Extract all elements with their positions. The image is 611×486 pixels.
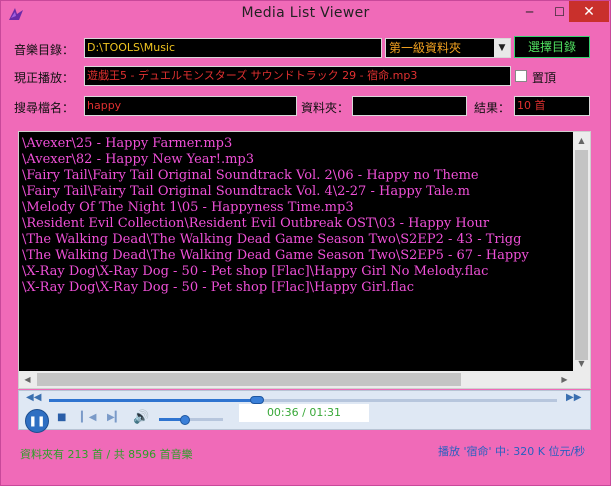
file-list-items: \Avexer\25 - Happy Farmer.mp3 \Avexer\82 … xyxy=(22,136,572,371)
folder-level-value: 第一級資料夾 xyxy=(389,41,462,55)
previous-track-icon[interactable]: ▎◀ xyxy=(81,412,96,423)
minimize-icon: ─ xyxy=(525,4,534,19)
music-dir-label: 音樂目錄： xyxy=(14,43,75,57)
volume-icon[interactable]: 🔊 xyxy=(133,410,149,425)
volume-thumb[interactable] xyxy=(179,415,190,425)
scroll-right-icon[interactable]: ▶ xyxy=(556,371,573,388)
horizontal-scroll-thumb[interactable] xyxy=(37,373,461,386)
scroll-down-icon[interactable]: ▼ xyxy=(573,355,590,372)
list-item[interactable]: \Melody Of The Night 1\05 - Happyness Ti… xyxy=(22,200,572,216)
rewind-icon[interactable]: ◀◀ xyxy=(26,392,41,403)
folder-level-select[interactable]: 第一級資料夾 ▼ xyxy=(385,38,511,58)
list-item[interactable]: \Avexer\82 - Happy New Year!.mp3 xyxy=(22,152,572,168)
seek-thumb[interactable] xyxy=(250,396,265,404)
search-label: 搜尋檔名： xyxy=(14,101,75,115)
now-playing-field[interactable]: 遊戯王5 - デュエルモンスターズ サウンドトラック 29 - 宿命.mp3 xyxy=(84,66,511,86)
vertical-scroll-thumb[interactable] xyxy=(575,150,588,360)
folder-filter-input[interactable] xyxy=(352,96,467,116)
result-count-field: 10 首 xyxy=(514,96,590,116)
scrollbar-corner xyxy=(573,371,590,388)
maximize-icon: ☐ xyxy=(554,4,565,19)
close-button[interactable]: ✕ xyxy=(569,1,609,22)
list-item[interactable]: \Fairy Tail\Fairy Tail Original Soundtra… xyxy=(22,168,572,184)
chevron-down-icon[interactable]: ▼ xyxy=(494,39,510,57)
minimize-button[interactable]: ─ xyxy=(515,1,544,22)
title-bar[interactable]: Media List Viewer ─ ☐ ✕ xyxy=(1,1,610,29)
list-item[interactable]: \Resident Evil Collection\Resident Evil … xyxy=(22,216,572,232)
next-track-icon[interactable]: ▶▎ xyxy=(107,412,122,423)
search-input[interactable]: happy xyxy=(84,96,297,116)
seek-fill xyxy=(49,399,258,402)
pause-icon[interactable]: ❚❚ xyxy=(25,409,49,433)
now-playing-label: 現正播放： xyxy=(14,71,75,85)
horizontal-scrollbar[interactable]: ◀ ▶ xyxy=(19,371,590,388)
vertical-scrollbar[interactable]: ▲ ▼ xyxy=(573,132,590,372)
list-item[interactable]: \Avexer\25 - Happy Farmer.mp3 xyxy=(22,136,572,152)
select-directory-button[interactable]: 選擇目錄 xyxy=(514,36,590,58)
time-display: 00:36 / 01:31 xyxy=(239,404,369,422)
file-list[interactable]: \Avexer\25 - Happy Farmer.mp3 \Avexer\82 … xyxy=(18,131,591,389)
media-player: ◀◀ ▶▶ ❚❚ ■ ▎◀ ▶▎ 🔊 00:36 / 01:31 xyxy=(18,390,591,433)
close-icon: ✕ xyxy=(583,3,595,20)
list-item[interactable]: \The Walking Dead\The Walking Dead Game … xyxy=(22,232,572,248)
list-item[interactable]: \X-Ray Dog\X-Ray Dog - 50 - Pet shop [Fl… xyxy=(22,264,572,280)
status-playback-info: 播放 '宿命' 中: 320 K 位元/秒 xyxy=(438,445,586,458)
list-item[interactable]: \Fairy Tail\Fairy Tail Original Soundtra… xyxy=(22,184,572,200)
fast-forward-icon[interactable]: ▶▶ xyxy=(566,392,581,403)
music-dir-field[interactable]: D:\TOOLS\Music xyxy=(84,38,382,58)
stop-icon[interactable]: ■ xyxy=(57,412,66,423)
list-item[interactable]: \The Walking Dead\The Walking Dead Game … xyxy=(22,248,572,264)
scroll-left-icon[interactable]: ◀ xyxy=(19,371,36,388)
list-item[interactable]: \X-Ray Dog\X-Ray Dog - 50 - Pet shop [Fl… xyxy=(22,280,572,296)
main-window: Media List Viewer ─ ☐ ✕ 音樂目錄： D:\TOOLS\M… xyxy=(0,0,611,486)
status-library-count: 資料夾有 213 首 / 共 8596 首音樂 xyxy=(20,448,193,461)
pin-on-top-label: 置頂 xyxy=(532,71,557,85)
result-label: 結果： xyxy=(474,101,511,115)
folder-label: 資料夾： xyxy=(301,101,350,115)
pin-on-top-checkbox[interactable] xyxy=(515,70,527,82)
scroll-up-icon[interactable]: ▲ xyxy=(573,132,590,149)
